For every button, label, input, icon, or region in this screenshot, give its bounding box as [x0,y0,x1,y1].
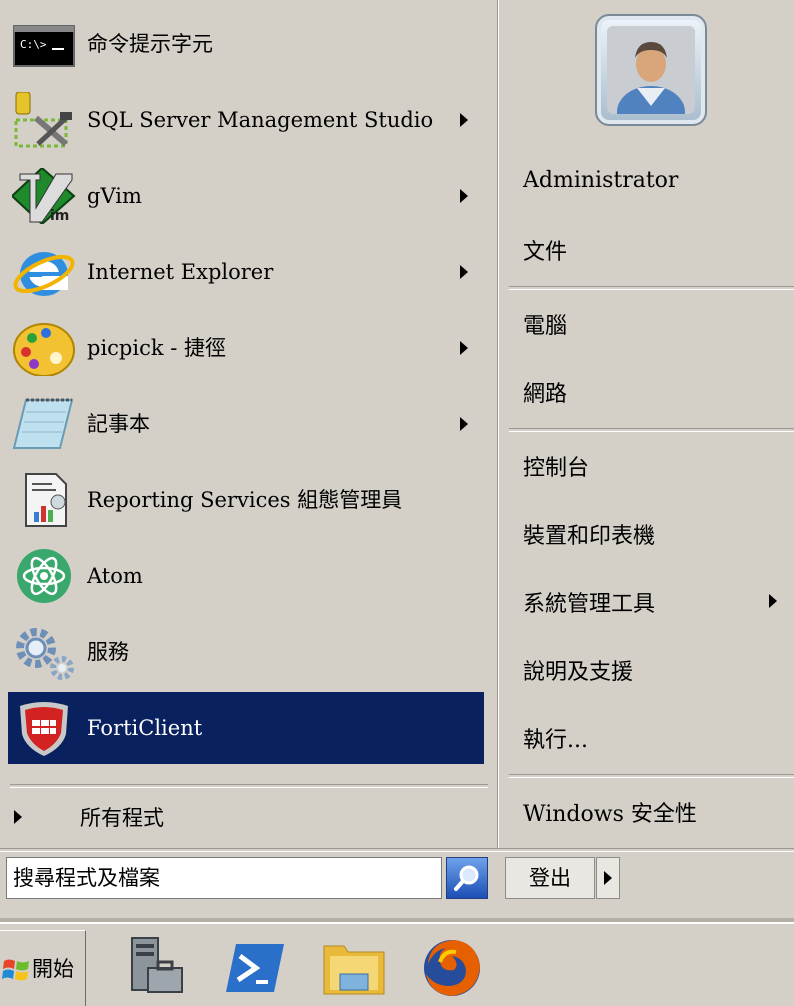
program-label: picpick - 捷徑 [87,336,227,360]
start-button[interactable]: 開始 [0,930,86,1006]
devices-printers-link[interactable]: 裝置和印表機 [523,518,655,550]
programs-pane: C:\> 命令提示字元 SQL Server Management Studio [0,0,497,848]
search-input[interactable]: 搜尋程式及檔案 [6,857,442,899]
program-item-services[interactable]: 服務 [8,616,484,688]
start-menu: C:\> 命令提示字元 SQL Server Management Studio [0,0,794,922]
divider [509,774,794,778]
user-picture[interactable] [595,14,707,126]
server-manager-icon[interactable] [124,934,188,1000]
svg-text:C:\>: C:\> [20,38,47,51]
program-item-forticlient[interactable]: FortiClient [8,692,484,764]
start-label: 開始 [32,957,74,981]
places-pane: Administrator 文件 電腦 網路 控制台 裝置和印表機 系統管理工具… [499,0,794,848]
picpick-palette-icon [12,320,76,377]
program-item-picpick[interactable]: picpick - 捷徑 [8,312,484,384]
user-avatar-icon [607,26,695,114]
notepad-icon [12,396,76,452]
all-programs-button[interactable]: 所有程式 [8,796,484,840]
firefox-icon[interactable] [420,934,484,1000]
program-item-gvim[interactable]: im gVim [8,160,484,232]
reporting-services-icon [12,472,76,528]
run-link[interactable]: 執行... [523,722,588,754]
sql-tools-icon [12,91,76,148]
user-name-link[interactable]: Administrator [523,168,678,193]
internet-explorer-icon [12,244,76,300]
forticlient-shield-icon [12,700,76,756]
program-label: 服務 [87,640,129,664]
taskbar [0,922,794,1006]
program-label: gVim [87,184,142,208]
documents-link[interactable]: 文件 [523,234,567,266]
program-item-atom[interactable]: Atom [8,540,484,612]
program-label: Atom [87,564,143,588]
svg-text:im: im [50,208,69,224]
program-item-notepad[interactable]: 記事本 [8,388,484,460]
search-icon [454,865,479,891]
gvim-icon: im [10,166,76,226]
program-label: 命令提示字元 [87,32,213,56]
submenu-arrow-icon [460,113,468,127]
program-label: 記事本 [87,412,150,436]
help-support-link[interactable]: 說明及支援 [523,654,633,686]
control-panel-link[interactable]: 控制台 [523,450,589,482]
program-label: FortiClient [87,716,203,740]
expand-arrow-icon [14,810,22,824]
network-link[interactable]: 網路 [523,376,567,408]
services-gears-icon [12,624,76,680]
computer-link[interactable]: 電腦 [523,308,567,340]
powershell-icon[interactable] [222,934,286,1000]
admin-tools-link[interactable]: 系統管理工具 [523,586,655,618]
program-label: SQL Server Management Studio [87,108,434,132]
submenu-arrow-icon [460,417,468,431]
all-programs-label: 所有程式 [80,806,164,830]
search-button[interactable] [446,857,488,899]
program-label: Reporting Services 組態管理員 [87,488,403,512]
windows-security-link[interactable]: Windows 安全性 [523,796,697,828]
windows-flag-icon [2,957,30,983]
atom-icon [12,548,76,604]
program-item-cmd[interactable]: C:\> 命令提示字元 [8,8,484,80]
submenu-arrow-icon [460,265,468,279]
cmd-icon: C:\> [12,16,76,72]
submenu-arrow-icon [460,341,468,355]
file-explorer-icon[interactable] [322,934,386,1000]
program-label: Internet Explorer [87,260,274,284]
logout-button[interactable]: 登出 [505,857,595,899]
divider [509,428,794,432]
program-item-sql-server[interactable]: SQL Server Management Studio [8,84,484,156]
divider [0,848,794,852]
divider [509,286,794,290]
submenu-arrow-icon [769,594,777,608]
program-item-internet-explorer[interactable]: Internet Explorer [8,236,484,308]
program-item-reporting-services[interactable]: Reporting Services 組態管理員 [8,464,484,536]
shutdown-options-button[interactable] [596,857,620,899]
divider [10,784,488,788]
submenu-arrow-icon [460,189,468,203]
